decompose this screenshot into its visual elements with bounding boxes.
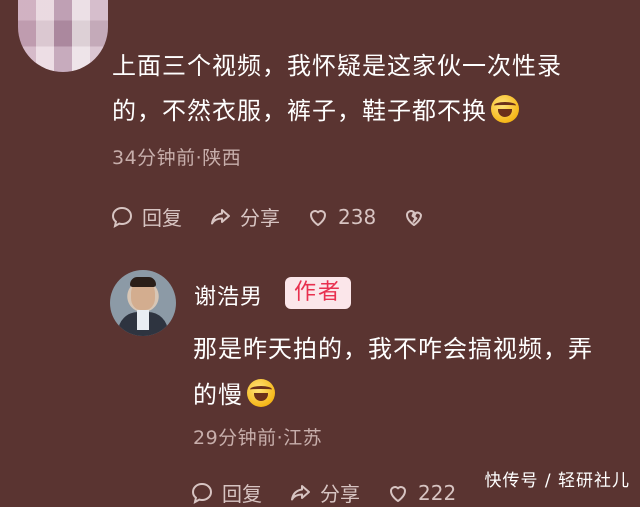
comment-text-line1: 上面三个视频，我怀疑是这家伙一次性录 (112, 52, 562, 80)
heart-icon (306, 205, 330, 229)
reply-button[interactable]: 回复 (110, 202, 182, 231)
reply-label: 回复 (222, 482, 262, 506)
comment-time-location: 34分钟前·陕西 (112, 147, 242, 169)
rofl-emoji-icon (247, 379, 275, 407)
author-name[interactable]: 谢浩男 (194, 279, 263, 311)
dislike-button[interactable] (402, 205, 434, 229)
rofl-emoji-icon (491, 95, 519, 123)
reply-reply-button[interactable]: 回复 (190, 478, 262, 507)
comment-text: 上面三个视频，我怀疑是这家伙一次性录 的，不然衣服，裤子，鞋子都不换 (112, 44, 612, 134)
share-button[interactable]: 分享 (208, 202, 280, 231)
like-count: 222 (418, 480, 457, 505)
commenter-avatar[interactable] (18, 0, 108, 72)
reply-text-line2: 的慢 (193, 381, 243, 409)
reply-time-location: 29分钟前·江苏 (193, 427, 323, 449)
reply-bubble-icon (190, 481, 214, 505)
reply-like-button[interactable]: 222 (386, 481, 456, 505)
broken-heart-icon (402, 205, 426, 229)
reply-text: 那是昨天拍的，我不咋会搞视频，弄 的慢 (193, 326, 623, 418)
like-count: 238 (338, 204, 377, 229)
reply-label: 回复 (142, 206, 182, 230)
author-badge: 作者 (285, 277, 352, 309)
share-arrow-icon (208, 205, 232, 229)
heart-icon (386, 481, 410, 505)
reply-text-line1: 那是昨天拍的，我不咋会搞视频，弄 (193, 335, 593, 363)
comment-actions: 回复 分享 238 (110, 202, 460, 231)
comment-text-line2: 的，不然衣服，裤子，鞋子都不换 (112, 97, 487, 125)
watermark: 快传号 / 轻研社儿 (484, 471, 630, 491)
share-label: 分享 (320, 482, 360, 506)
share-label: 分享 (240, 206, 280, 230)
reply-bubble-icon (110, 205, 134, 229)
reply-share-button[interactable]: 分享 (288, 478, 360, 507)
share-arrow-icon (288, 481, 312, 505)
like-button[interactable]: 238 (306, 205, 376, 229)
author-avatar[interactable] (110, 270, 176, 336)
reply-actions: 回复 分享 222 (190, 478, 482, 507)
